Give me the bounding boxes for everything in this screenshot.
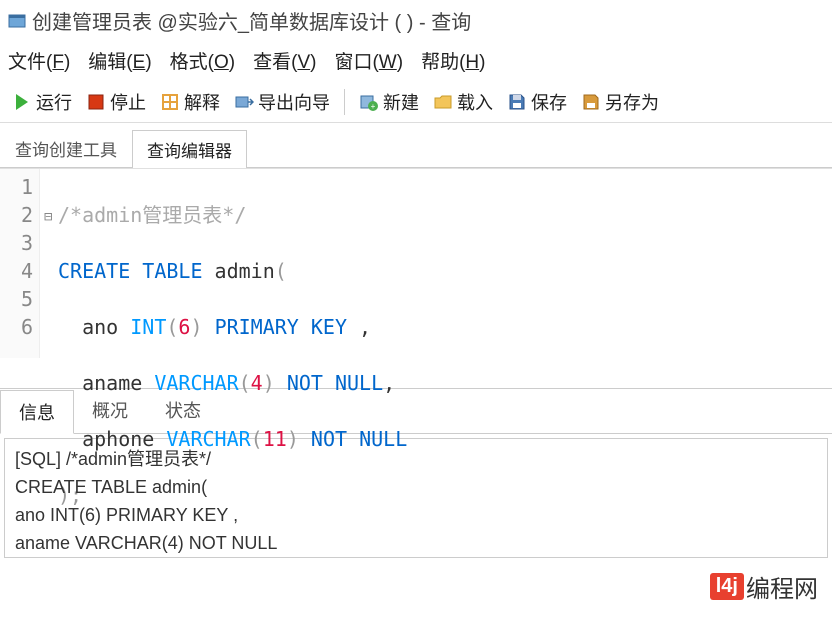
menu-file[interactable]: 文件(F)	[8, 47, 70, 74]
query-tabs: 查询创建工具 查询编辑器	[0, 123, 832, 168]
watermark: l4j 编程网	[710, 569, 818, 604]
tab-status[interactable]: 状态	[147, 389, 220, 433]
save-button[interactable]: 保存	[501, 86, 573, 118]
explain-icon	[160, 92, 180, 112]
tab-editor[interactable]: 查询编辑器	[132, 130, 247, 168]
output-line: CREATE TABLE admin(	[15, 473, 817, 501]
menu-edit[interactable]: 编辑(E)	[88, 47, 151, 74]
toolbar: 运行 停止 解释 导出向导 + 新建 载入 保存 另存为	[0, 82, 832, 123]
output-panel[interactable]: [SQL] /*admin管理员表*/ CREATE TABLE admin( …	[4, 438, 828, 558]
load-button[interactable]: 载入	[427, 86, 499, 118]
stop-button[interactable]: 停止	[80, 86, 152, 118]
play-icon	[12, 92, 32, 112]
titlebar: 创建管理员表 @实验六_简单数据库设计 ( ) - 查询	[0, 0, 832, 41]
menu-view[interactable]: 查看(V)	[253, 47, 316, 74]
menubar: 文件(F) 编辑(E) 格式(O) 查看(V) 窗口(W) 帮助(H)	[0, 41, 832, 82]
save-icon	[507, 92, 527, 112]
run-button[interactable]: 运行	[6, 86, 78, 118]
watermark-text: 编程网	[746, 569, 818, 604]
code-area[interactable]: /*admin管理员表*/ CREATE TABLE admin( ano IN…	[40, 169, 411, 358]
saveas-icon	[581, 92, 601, 112]
saveas-button[interactable]: 另存为	[575, 86, 665, 118]
menu-help[interactable]: 帮助(H)	[421, 47, 485, 74]
new-icon: +	[359, 92, 379, 112]
svg-text:+: +	[371, 102, 376, 111]
menu-format[interactable]: 格式(O)	[170, 47, 235, 74]
tab-summary[interactable]: 概况	[74, 389, 147, 433]
export-button[interactable]: 导出向导	[228, 86, 336, 118]
explain-button[interactable]: 解释	[154, 86, 226, 118]
window-title: 创建管理员表 @实验六_简单数据库设计 ( ) - 查询	[32, 6, 471, 35]
new-button[interactable]: + 新建	[353, 86, 425, 118]
output-line: [SQL] /*admin管理员表*/	[15, 445, 817, 473]
sql-editor[interactable]: 1 2 3 4 5 6 /*admin管理员表*/ CREATE TABLE a…	[0, 168, 832, 358]
export-icon	[234, 92, 254, 112]
line-gutter: 1 2 3 4 5 6	[0, 169, 40, 358]
menu-window[interactable]: 窗口(W)	[334, 47, 403, 74]
output-line: ano INT(6) PRIMARY KEY ,	[15, 501, 817, 529]
output-line: aname VARCHAR(4) NOT NULL	[15, 529, 817, 557]
tab-info[interactable]: 信息	[0, 390, 74, 434]
result-tabs: 信息 概况 状态	[0, 388, 832, 434]
tab-builder[interactable]: 查询创建工具	[0, 129, 132, 167]
query-window-icon	[8, 12, 26, 30]
toolbar-divider	[344, 89, 345, 115]
folder-open-icon	[433, 92, 453, 112]
watermark-badge: l4j	[710, 573, 744, 600]
stop-icon	[86, 92, 106, 112]
